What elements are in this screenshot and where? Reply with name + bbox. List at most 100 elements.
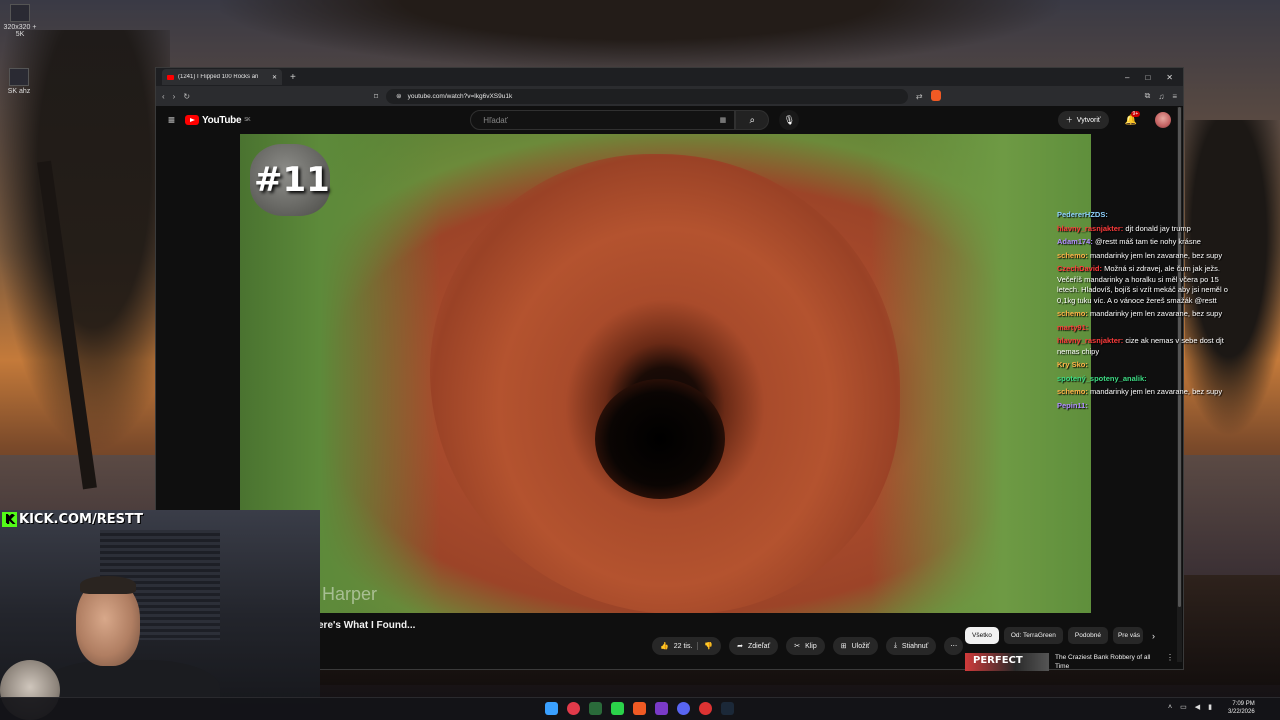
search-button[interactable]: ⌕ — [735, 110, 770, 130]
extensions-icon[interactable]: ⧉ — [1145, 91, 1151, 101]
chevron-right-icon[interactable]: › — [1148, 627, 1155, 644]
media-icon[interactable]: ♫ — [1158, 92, 1164, 101]
chat-username[interactable]: schemo: — [1057, 387, 1088, 396]
chat-username[interactable]: schemo: — [1057, 309, 1088, 318]
green-app-icon[interactable] — [611, 702, 624, 715]
thumbs-up-icon: 👍 — [660, 643, 669, 650]
system-tray: ˄ ▭ ◀ ▮ — [1168, 703, 1212, 712]
search-placeholder: Hľadať — [483, 115, 508, 125]
forward-icon[interactable]: › — [173, 92, 176, 101]
chat-username[interactable]: CzechDavid: — [1057, 264, 1102, 273]
chat-message: PedererHZDS: — [1057, 210, 1232, 221]
download-button[interactable]: ⤓ Stiahnuť — [885, 637, 937, 655]
desktop-icon-1[interactable]: 320x320 + 5K — [2, 4, 38, 38]
speaker-icon[interactable]: ◀ — [1195, 703, 1200, 711]
clip-button[interactable]: ✂ Klip — [786, 637, 825, 655]
chat-message: Pepin11: — [1057, 401, 1232, 412]
video-title[interactable]: ere's What I Found... — [318, 620, 415, 631]
minimize-button[interactable]: – — [1125, 73, 1129, 82]
scissors-icon: ✂ — [794, 643, 801, 650]
save-button[interactable]: ⊞ Uložiť — [832, 637, 878, 655]
like-count: 22 tis. — [673, 642, 693, 650]
maps-icon[interactable] — [567, 702, 580, 715]
chat-username[interactable]: marty91: — [1057, 323, 1088, 332]
notification-badge: 9+ — [1130, 110, 1141, 117]
thumbs-down-icon[interactable]: 👎 — [697, 642, 713, 650]
bookmark-add-icon: ⊞ — [840, 643, 847, 650]
address-bar: ‹ › ↻ ⌑ ⊜ youtube.com/watch?v=lkg6vXS9u1… — [156, 86, 1183, 106]
chip-related[interactable]: Podobné — [1067, 627, 1108, 644]
brave-shield-icon[interactable] — [930, 89, 941, 103]
url-field[interactable]: ⊜ youtube.com/watch?v=lkg6vXS9u1k — [386, 88, 908, 104]
hamburger-menu-icon[interactable]: ≡ — [168, 113, 175, 127]
chat-username[interactable]: schemo: — [1057, 251, 1088, 260]
taskbar: ˄ ▭ ◀ ▮ 7:09 PM 3/22/2026 — [0, 697, 1280, 720]
network-icon[interactable]: ▭ — [1180, 703, 1187, 711]
desktop-icon-label: 320x320 + 5K — [3, 24, 37, 38]
menu-icon[interactable]: ≡ — [1172, 92, 1177, 101]
new-tab-button[interactable]: + — [290, 72, 296, 83]
chat-text: @restt máš tam tie nohy krásne — [1094, 237, 1201, 246]
video-watermark: Harper — [322, 584, 378, 604]
discord-icon[interactable] — [677, 702, 690, 715]
mound-hole — [595, 379, 725, 499]
youtube-logo[interactable]: YouTube SK — [185, 115, 251, 126]
chat-username[interactable]: hlavny_rasnjakter: — [1057, 224, 1123, 233]
recommended-thumbnail[interactable]: PERFECT — [965, 653, 1049, 671]
chat-message: spotený_spoteny_analik: — [1057, 374, 1232, 385]
maximize-button[interactable]: □ — [1145, 73, 1150, 82]
chevron-up-icon[interactable]: ˄ — [1168, 704, 1172, 711]
close-tab-icon[interactable]: ✕ — [272, 74, 277, 81]
reload-icon[interactable]: ↻ — [183, 92, 190, 101]
battery-icon[interactable]: ▮ — [1208, 703, 1212, 711]
obs-icon[interactable] — [699, 702, 712, 715]
tab-youtube[interactable]: (1241) I Flipped 100 Rocks an ✕ — [162, 69, 282, 85]
youtube-play-icon — [185, 115, 200, 125]
desktop-icon-2[interactable]: SK ahz — [4, 68, 34, 95]
save-label: Uložiť — [851, 642, 870, 650]
chat-username[interactable]: PedererHZDS: — [1057, 210, 1108, 219]
bookmark-icon[interactable]: ⌑ — [374, 92, 378, 101]
recommended-title[interactable]: The Craziest Bank Robbery of all Time — [1055, 653, 1160, 671]
share-button[interactable]: ➦ Zdieľať — [729, 637, 779, 655]
avatar[interactable] — [1155, 112, 1171, 128]
thumbnail-text: PERFECT — [973, 655, 1023, 666]
create-button[interactable]: ＋ Vytvoriť — [1057, 111, 1109, 129]
chat-username[interactable]: Kry Sko: — [1057, 360, 1088, 369]
terminal-icon[interactable] — [589, 702, 602, 715]
app-icon — [10, 4, 30, 22]
chip-for-you[interactable]: Pre vás — [1112, 627, 1143, 644]
more-actions-button[interactable]: ⋯ — [944, 637, 964, 655]
close-window-button[interactable]: ✕ — [1166, 73, 1173, 82]
video-player[interactable]: #11 Harper — [240, 134, 1091, 613]
like-button[interactable]: 👍 22 tis. 👎 — [652, 637, 722, 655]
kick-logo-icon: K — [2, 511, 17, 527]
translate-icon[interactable]: ⇄ — [916, 92, 923, 101]
palm-fronds-top — [220, 0, 1060, 70]
chat-username[interactable]: hlavny_rasnjakter: — [1057, 336, 1123, 345]
chip-all[interactable]: Všetko — [965, 627, 999, 644]
notifications-button[interactable]: 🔔 9+ — [1125, 110, 1141, 126]
video-actions: 👍 22 tis. 👎 ➦ Zdieľať ✂ Klip ⊞ Uložiť ⤓ … — [652, 637, 964, 655]
twitch-icon[interactable] — [655, 702, 668, 715]
brave-browser-icon[interactable] — [633, 702, 646, 715]
back-icon[interactable]: ‹ — [162, 92, 165, 101]
site-info-icon[interactable]: ⊜ — [396, 92, 401, 100]
microphone-icon: 🎙 — [783, 114, 796, 125]
windows-start-icon[interactable] — [545, 702, 558, 715]
chip-channel[interactable]: Od: TerraGreen — [1003, 627, 1063, 644]
search-input[interactable]: Hľadať ▦ — [470, 110, 736, 130]
clock[interactable]: 7:09 PM 3/22/2026 — [1228, 700, 1255, 716]
chat-username[interactable]: Pepin11: — [1057, 401, 1088, 410]
keyboard-icon[interactable]: ▦ — [720, 116, 727, 124]
chat-message: schemo: mandarinky jem len zavarane, bez… — [1057, 387, 1232, 398]
more-vert-icon[interactable]: ⋮ — [1166, 653, 1174, 671]
tab-bar: (1241) I Flipped 100 Rocks an ✕ + – □ ✕ — [156, 68, 1183, 86]
recommended-video[interactable]: PERFECT The Craziest Bank Robbery of all… — [965, 653, 1174, 671]
url-text: youtube.com/watch?v=lkg6vXS9u1k — [407, 92, 513, 100]
chat-username[interactable]: Adam174: — [1057, 237, 1093, 246]
voice-search-button[interactable]: 🎙 — [779, 110, 800, 130]
steam-icon[interactable] — [721, 702, 734, 715]
chat-username[interactable]: spotený_spoteny_analik: — [1057, 374, 1147, 383]
webcam-overlay — [0, 510, 320, 720]
